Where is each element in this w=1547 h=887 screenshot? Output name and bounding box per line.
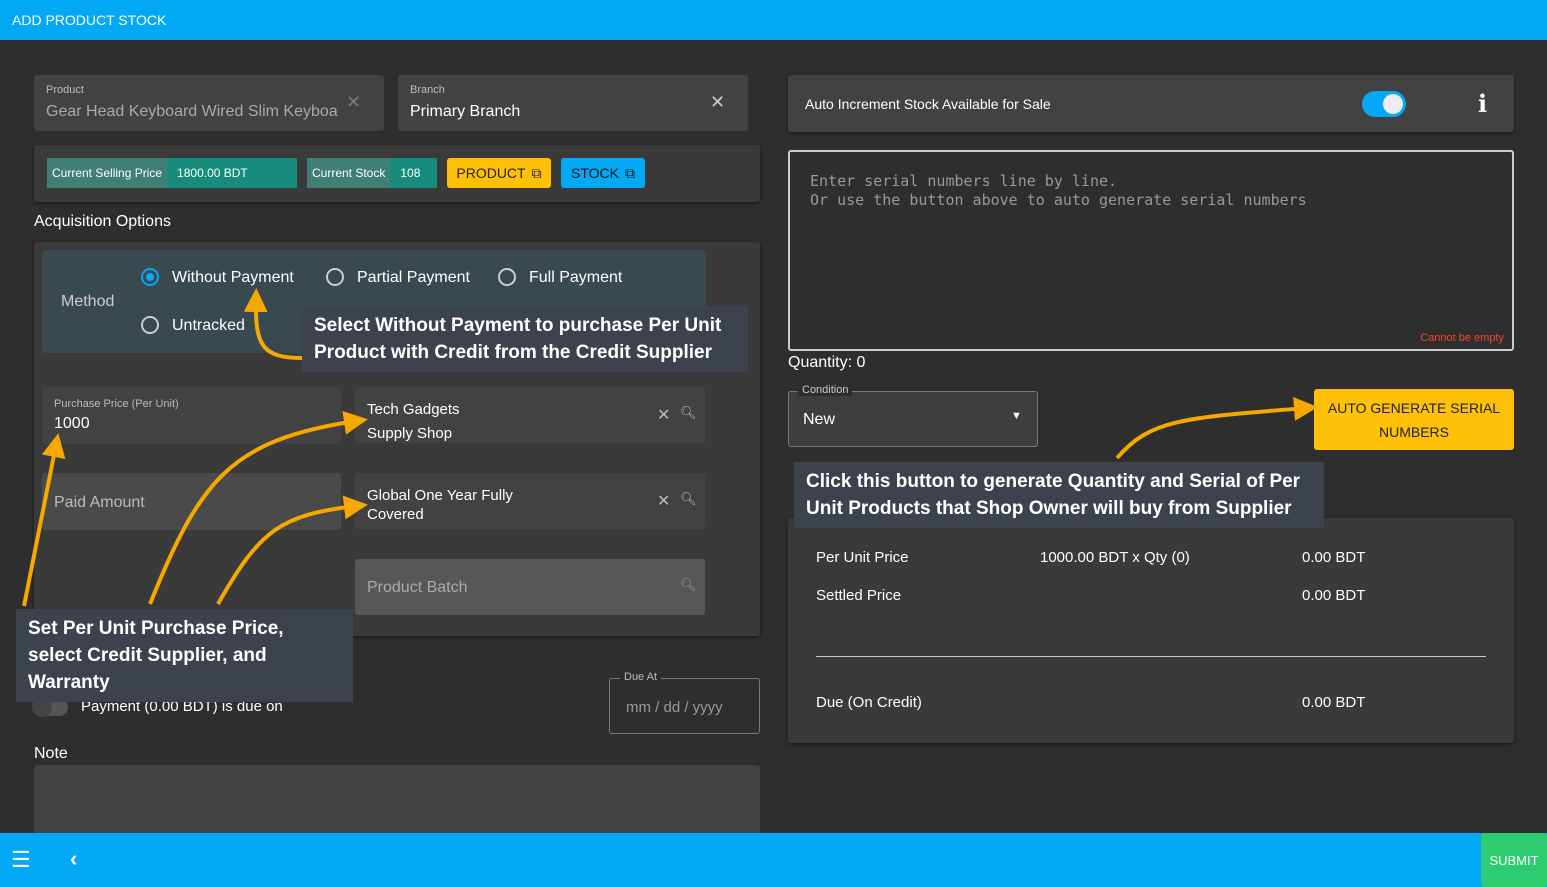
arrow-to-warranty bbox=[216, 495, 368, 605]
annotation-arrows bbox=[22, 288, 1318, 607]
arrow-to-without-payment bbox=[243, 288, 303, 360]
menu-icon[interactable]: ☰ bbox=[11, 847, 31, 873]
arrow-to-purchase-price bbox=[22, 433, 66, 607]
arrow-to-auto-generate bbox=[1115, 396, 1318, 460]
back-chevron-icon[interactable]: ‹ bbox=[70, 846, 77, 872]
bottom-bar: ☰ ‹ SUBMIT bbox=[0, 833, 1547, 887]
submit-button[interactable]: SUBMIT bbox=[1481, 833, 1547, 887]
